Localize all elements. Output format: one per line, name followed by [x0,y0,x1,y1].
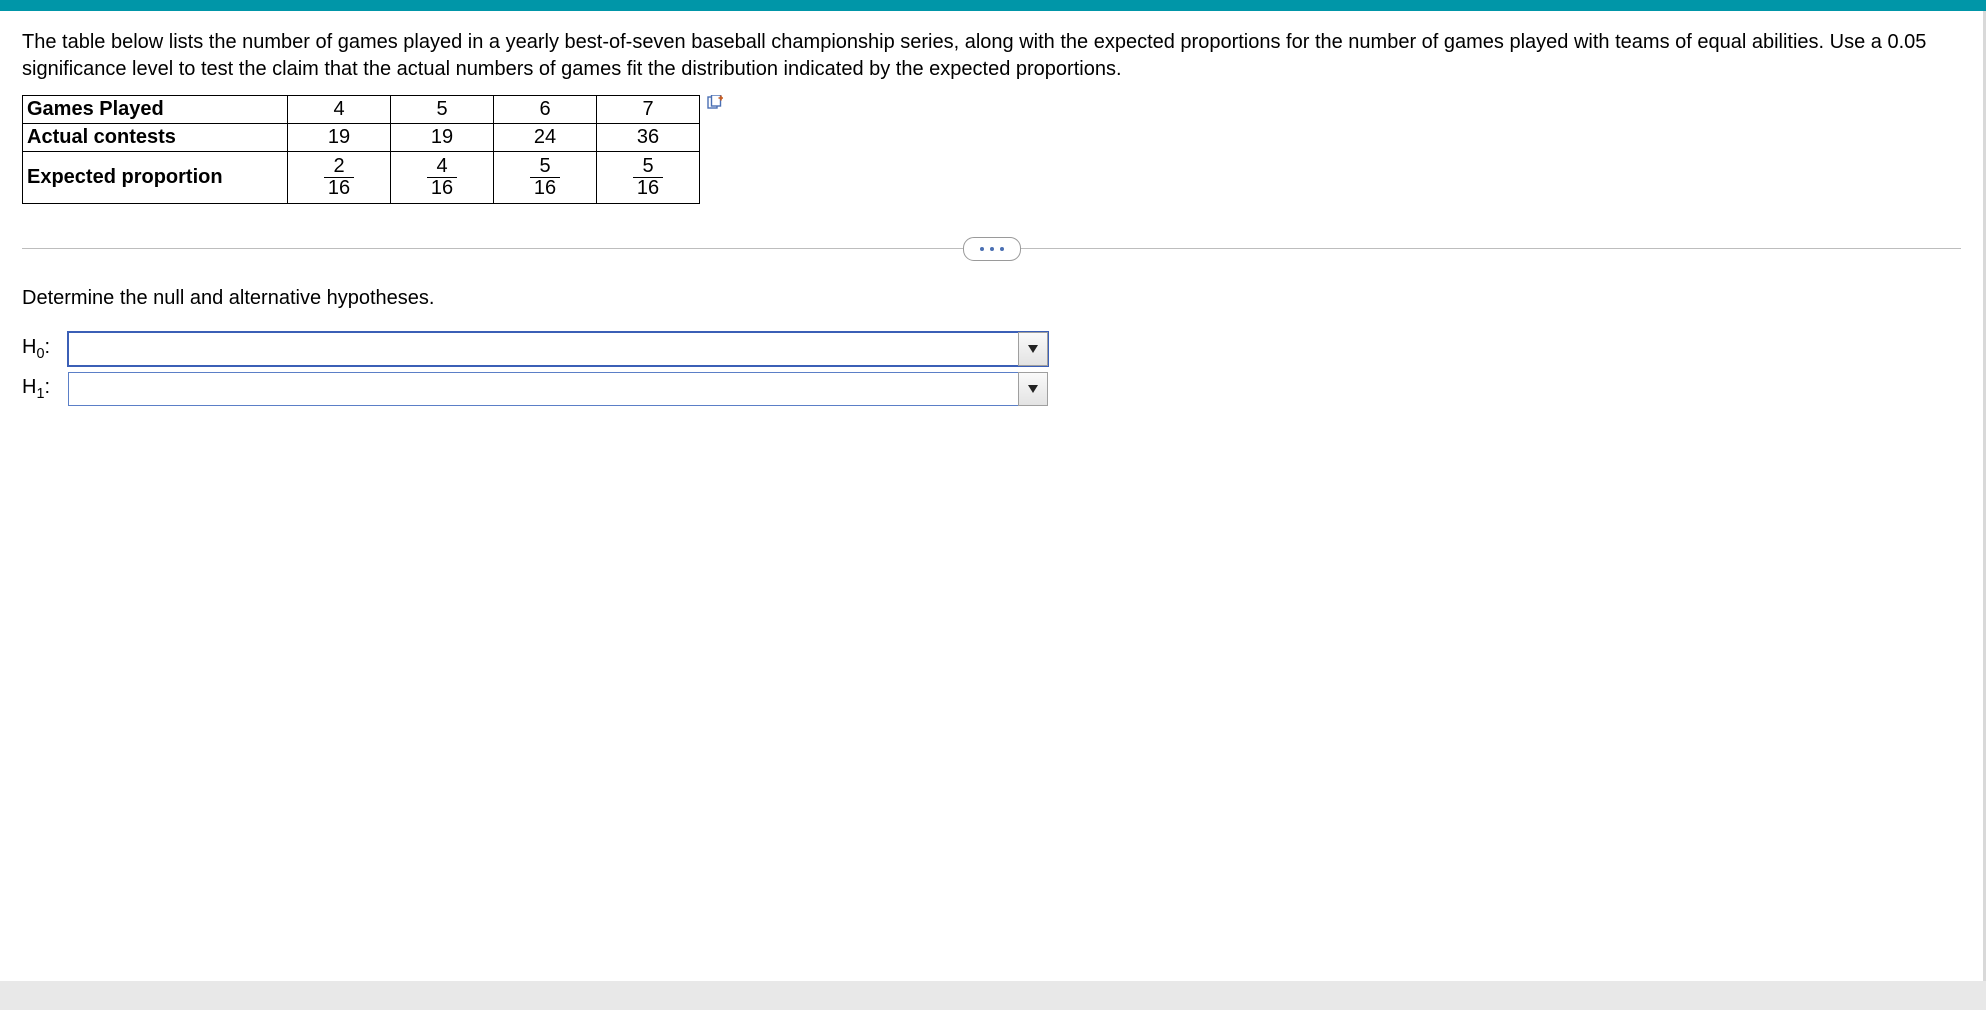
problem-statement: The table below lists the number of game… [22,29,1961,83]
expand-ellipsis-button[interactable] [963,237,1021,261]
data-table: Games Played 4 5 6 7 Actual contests 19 … [22,95,700,204]
copy-icon[interactable] [706,95,724,111]
dropdown-arrow-button[interactable] [1018,372,1048,406]
fraction: 4 16 [427,154,457,201]
table-row: Expected proportion 2 16 4 16 5 [23,152,700,204]
row-label: Games Played [23,96,288,124]
fraction: 2 16 [324,154,354,201]
dot-icon [1000,247,1004,251]
fraction: 5 16 [633,154,663,201]
table-cell: 5 16 [597,152,700,204]
subprompt-text: Determine the null and alternative hypot… [22,287,1961,310]
table-row: Games Played 4 5 6 7 [23,96,700,124]
table-cell: 19 [391,124,494,152]
h1-row: H1: [22,372,1961,406]
fraction: 5 16 [530,154,560,201]
dot-icon [980,247,984,251]
h0-select[interactable] [68,332,1048,366]
table-cell: 36 [597,124,700,152]
top-accent-bar [0,0,1986,11]
section-divider [22,248,1961,249]
table-cell: 5 [391,96,494,124]
table-cell: 19 [288,124,391,152]
question-page: The table below lists the number of game… [0,11,1986,981]
dot-icon [990,247,994,251]
dropdown-arrow-button[interactable] [1018,332,1048,366]
table-cell: 6 [494,96,597,124]
table-cell: 4 16 [391,152,494,204]
row-label: Actual contests [23,124,288,152]
table-cell: 5 16 [494,152,597,204]
h1-select[interactable] [68,372,1048,406]
h0-label: H0: [22,336,68,362]
table-cell: 7 [597,96,700,124]
table-cell: 4 [288,96,391,124]
row-label: Expected proportion [23,152,288,204]
table-cell: 2 16 [288,152,391,204]
h0-row: H0: [22,332,1961,366]
h1-label: H1: [22,376,68,402]
table-row: Actual contests 19 19 24 36 [23,124,700,152]
table-cell: 24 [494,124,597,152]
h0-select-value[interactable] [68,332,1048,366]
h1-select-value[interactable] [68,372,1048,406]
